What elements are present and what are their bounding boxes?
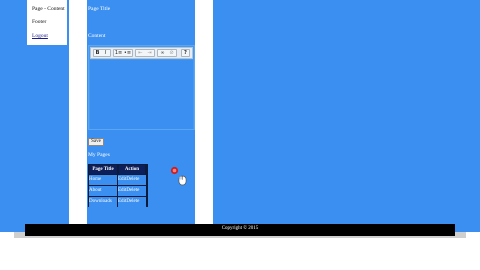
- mouse-icon: [178, 175, 187, 186]
- row-action[interactable]: EditDelete: [118, 175, 146, 185]
- page-title-label: Page Title: [88, 6, 111, 12]
- bold-button[interactable]: B: [94, 50, 101, 56]
- save-button[interactable]: Save: [88, 138, 104, 146]
- link-button[interactable]: ∞: [158, 50, 167, 56]
- row-title: Home: [89, 175, 117, 185]
- column-header-page-title: Page Title: [89, 165, 117, 174]
- row-action[interactable]: EditDelete: [118, 197, 146, 207]
- nav-logout[interactable]: Logout: [32, 33, 48, 39]
- row-title: Downloads: [89, 197, 117, 207]
- indent-button[interactable]: ⇥: [145, 50, 154, 56]
- row-action[interactable]: EditDelete: [118, 186, 146, 196]
- pages-table: Page Title Action Home EditDelete About …: [88, 164, 148, 207]
- outdent-button[interactable]: ⇤: [136, 50, 145, 56]
- nav-footer[interactable]: Footer: [32, 19, 46, 25]
- content-label: Content: [88, 33, 106, 39]
- editor-toolbar: B I 1≡ •≡ ⇤ ⇥ ∞ ⊘ ?: [90, 47, 193, 59]
- help-button[interactable]: ?: [181, 50, 190, 56]
- nav-page-content[interactable]: Page - Content: [32, 6, 65, 12]
- admin-nav: Page - Content Footer Logout: [27, 0, 67, 45]
- column-header-action: Action: [119, 165, 145, 174]
- italic-button[interactable]: I: [102, 50, 109, 56]
- ordered-list-button[interactable]: 1≡: [114, 50, 123, 56]
- unordered-list-button[interactable]: •≡: [123, 50, 132, 56]
- footer-copyright: Copyright © 2015: [221, 226, 259, 231]
- editor-text-area[interactable]: [90, 60, 193, 129]
- footer: Copyright © 2015: [25, 224, 455, 236]
- content-editor[interactable]: B I 1≡ •≡ ⇤ ⇥ ∞ ⊘ ?: [88, 45, 195, 130]
- click-indicator-icon: [170, 166, 179, 175]
- my-pages-heading: My Pages: [88, 152, 110, 158]
- row-title: About: [89, 186, 117, 196]
- unlink-button[interactable]: ⊘: [167, 50, 176, 56]
